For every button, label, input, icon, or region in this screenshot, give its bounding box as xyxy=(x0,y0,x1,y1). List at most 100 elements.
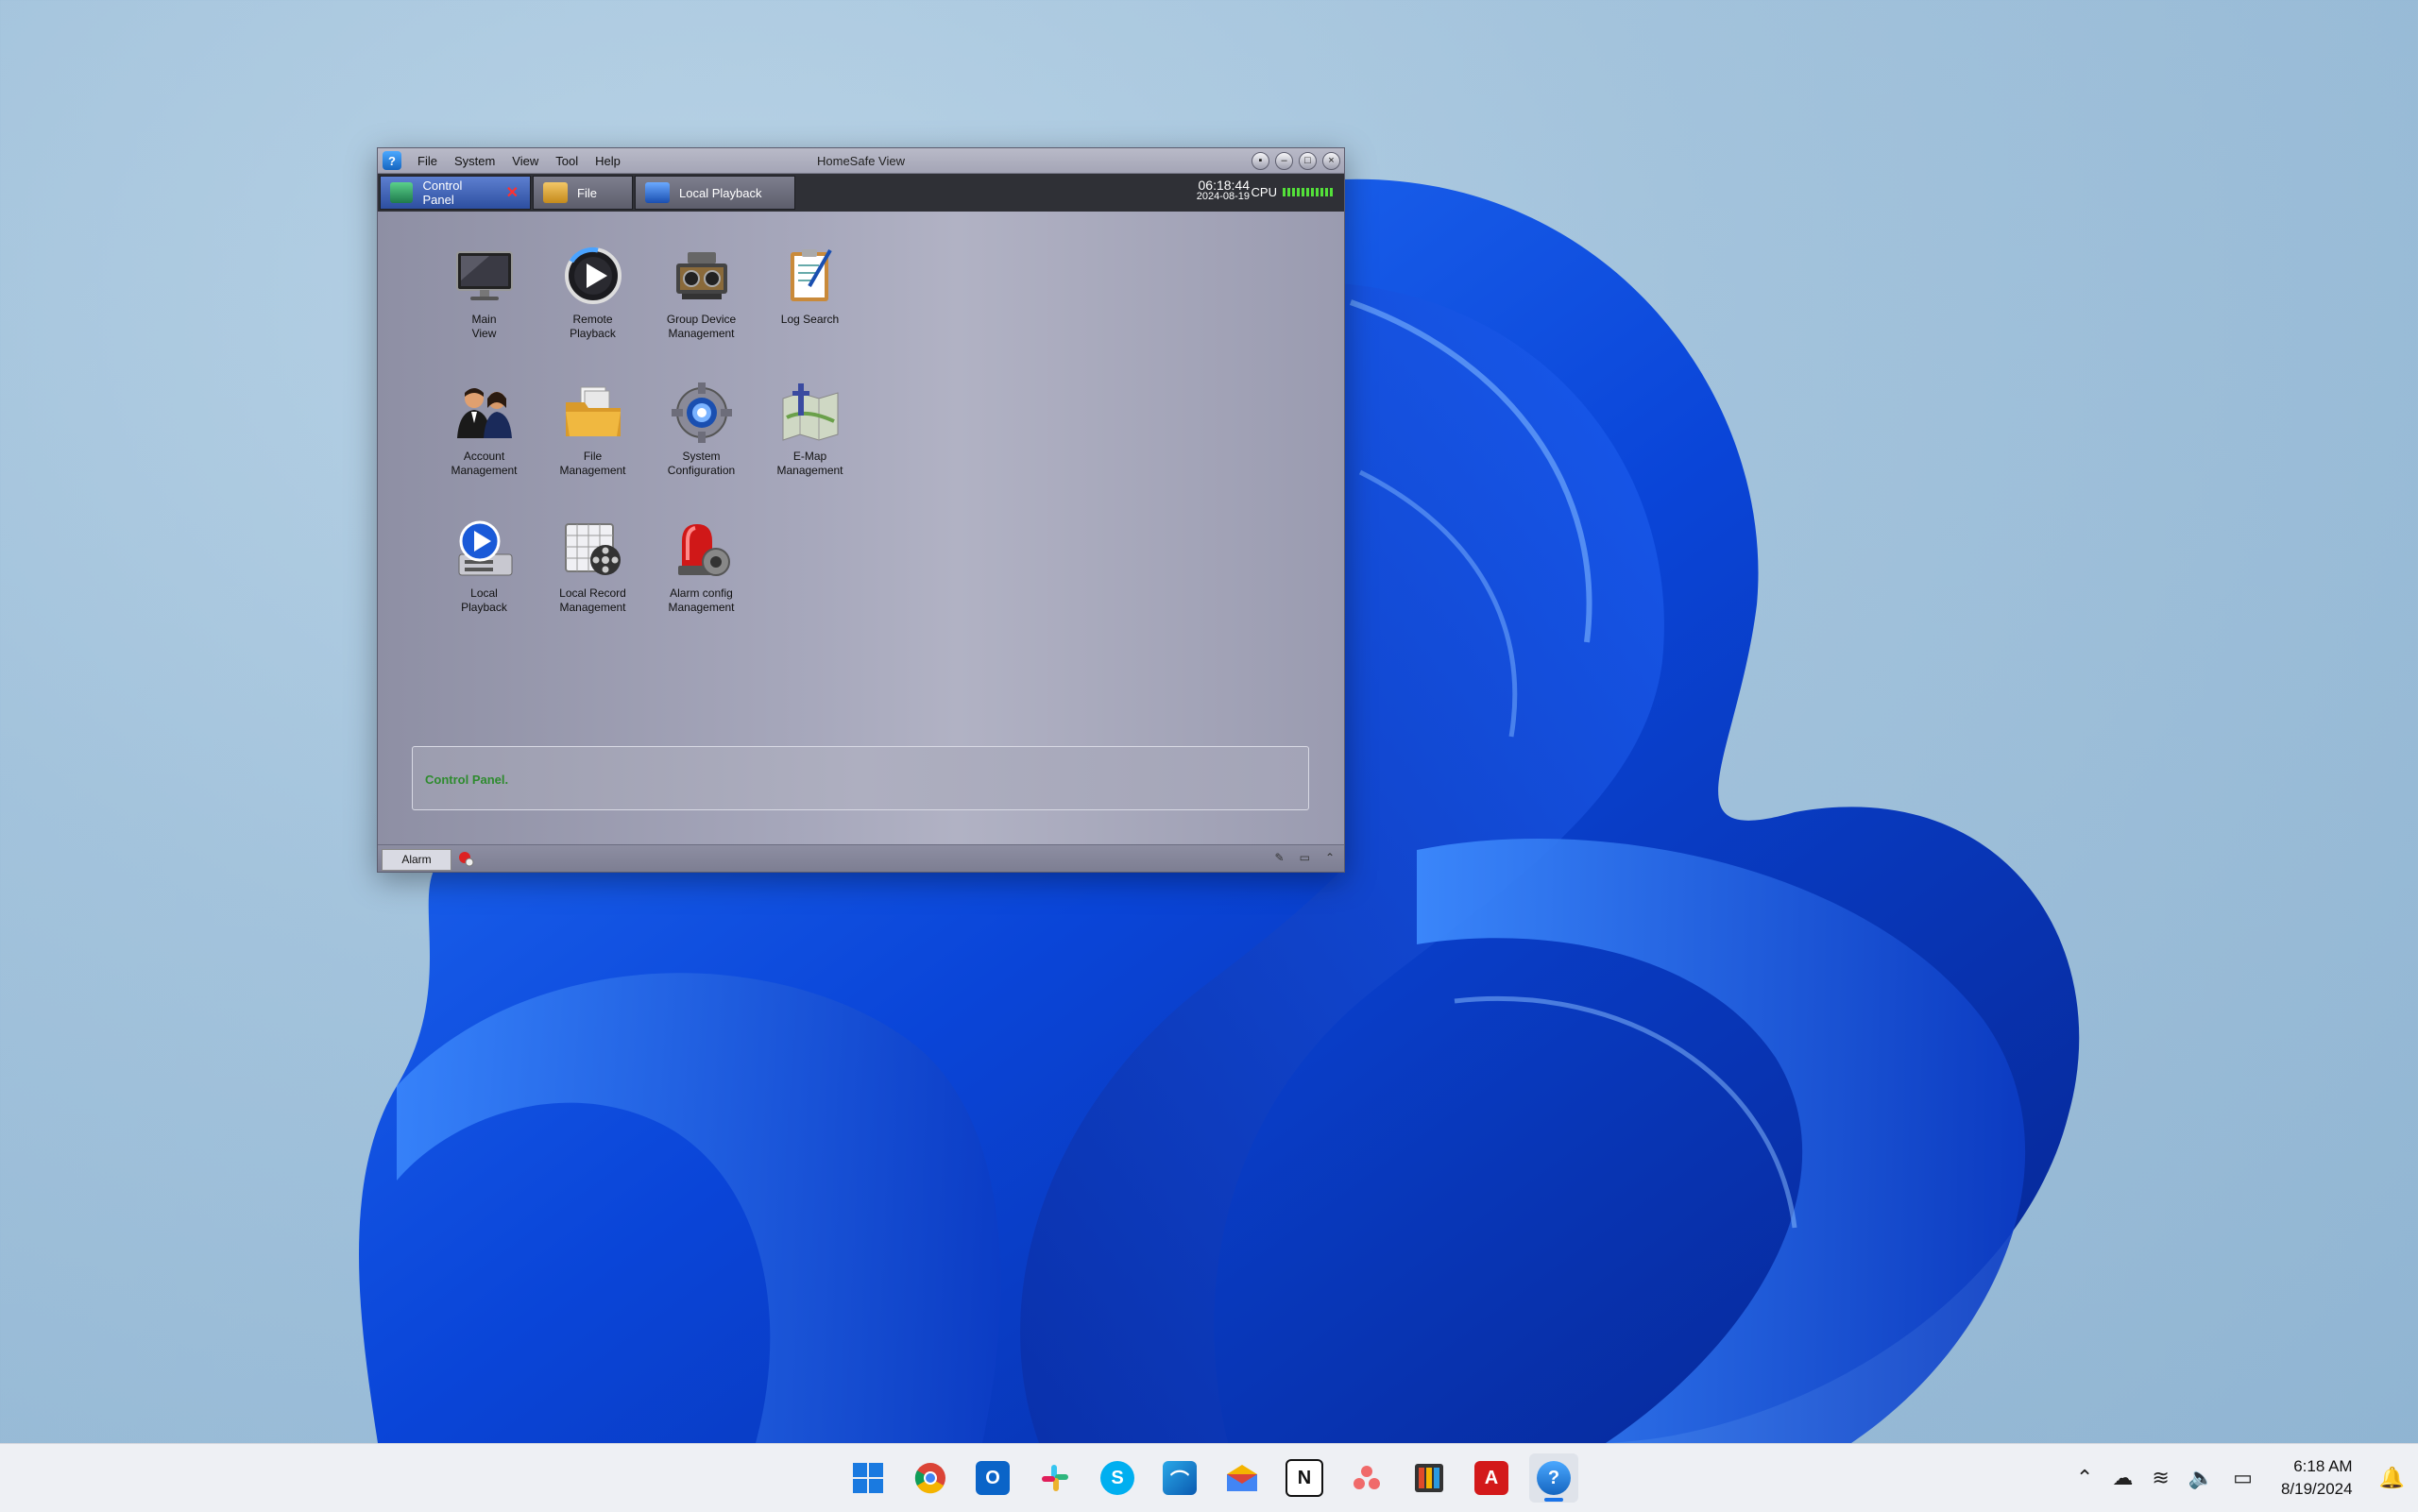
outlook-button[interactable]: O xyxy=(968,1453,1017,1503)
menu-bar: File System View Tool Help xyxy=(409,154,629,168)
mail-button[interactable] xyxy=(1218,1453,1267,1503)
item-label: Alarm config Management xyxy=(668,586,735,614)
notion-icon: N xyxy=(1286,1459,1323,1497)
local-playback-item[interactable]: Local Playback xyxy=(430,517,538,654)
local-record-item[interactable]: Local Record Management xyxy=(538,517,647,654)
maximize-icon[interactable]: □ xyxy=(1299,152,1317,170)
minimize-icon[interactable]: – xyxy=(1275,152,1293,170)
mail-icon xyxy=(1227,1465,1257,1491)
record-icon xyxy=(564,523,621,575)
wifi-icon[interactable]: ≋ xyxy=(2152,1466,2169,1490)
app2-icon xyxy=(1415,1464,1443,1492)
file-management-item[interactable]: File Management xyxy=(538,380,647,517)
tab-control-panel[interactable]: Control Panel ✕ xyxy=(380,176,531,210)
system-tray: ⌃ ☁ ≋ 🔈 ▭ 6:18 AM 8/19/2024 🔔 xyxy=(2067,1444,2418,1512)
taskbar-time: 6:18 AM xyxy=(2293,1457,2353,1475)
slack-button[interactable] xyxy=(1030,1453,1080,1503)
taskbar: O S ⌒ N A ? ⌃ ☁ ≋ 🔈 ▭ 6:18 AM 8/19/2024 … xyxy=(0,1443,2418,1512)
main-view-item[interactable]: Main View xyxy=(430,243,538,380)
close-tab-icon[interactable]: ✕ xyxy=(506,183,519,202)
item-label: File Management xyxy=(559,450,626,477)
acrobat-button[interactable]: A xyxy=(1467,1453,1516,1503)
expand-up-icon[interactable]: ⌃ xyxy=(1325,851,1335,864)
remote-playback-icon xyxy=(564,246,622,304)
alarm-bell-icon[interactable] xyxy=(457,850,474,867)
tab-bar: Control Panel ✕ File Local Playback 06:1… xyxy=(378,174,1344,212)
volume-icon[interactable]: 🔈 xyxy=(2188,1466,2214,1490)
homesafe-taskbar-button[interactable]: ? xyxy=(1529,1453,1578,1503)
status-panel: Control Panel. xyxy=(412,746,1309,810)
item-label: Account Management xyxy=(451,450,518,477)
menu-help[interactable]: Help xyxy=(587,154,629,168)
clock-readout: 06:18:44 2024-08-19 xyxy=(1196,178,1250,202)
folder-tab-icon xyxy=(543,182,568,203)
folder-icon xyxy=(565,386,621,436)
control-panel-grid: Main View Remote Playback Group Device M xyxy=(430,243,864,654)
window-controls: ▪ – □ × xyxy=(1252,152,1340,170)
pin-icon[interactable]: ✎ xyxy=(1275,851,1285,864)
device-icon xyxy=(675,252,727,299)
item-label: Local Record Management xyxy=(559,586,626,614)
homesafe-icon: ? xyxy=(1537,1461,1571,1495)
asana-button[interactable] xyxy=(1342,1453,1391,1503)
local-playback-icon xyxy=(458,520,512,576)
cpu-level-bar xyxy=(1283,188,1333,196)
playback-tab-icon xyxy=(645,182,670,203)
cpu-label: CPU xyxy=(1251,185,1277,199)
menu-tool[interactable]: Tool xyxy=(547,154,587,168)
item-label: Remote Playback xyxy=(570,313,616,340)
chevron-up-icon[interactable]: ⌃ xyxy=(2076,1466,2093,1490)
app2-button[interactable] xyxy=(1405,1453,1454,1503)
homesafe-window: ? File System View Tool Help HomeSafe Vi… xyxy=(377,147,1345,873)
account-icon xyxy=(456,388,512,438)
outlook-icon: O xyxy=(976,1461,1010,1495)
notification-icon[interactable]: 🔔 xyxy=(2379,1466,2405,1490)
skype-button[interactable]: S xyxy=(1093,1453,1142,1503)
asana-icon xyxy=(1354,1466,1380,1489)
app-icon: ⌒ xyxy=(1163,1461,1197,1495)
alarm-config-icon xyxy=(677,524,730,576)
chrome-button[interactable] xyxy=(906,1453,955,1503)
system-configuration-item[interactable]: System Configuration xyxy=(647,380,756,517)
cpu-meter: CPU xyxy=(1252,185,1333,199)
close-icon[interactable]: × xyxy=(1322,152,1340,170)
remote-playback-item[interactable]: Remote Playback xyxy=(538,243,647,380)
emap-management-item[interactable]: E-Map Management xyxy=(756,380,864,517)
log-search-item[interactable]: Log Search xyxy=(756,243,864,380)
clock-date: 2024-08-19 xyxy=(1196,191,1250,202)
app-button[interactable]: ⌒ xyxy=(1155,1453,1204,1503)
item-label: System Configuration xyxy=(667,450,736,477)
bottom-bar: Alarm ✎ ▭ ⌃ xyxy=(378,844,1344,872)
account-management-item[interactable]: Account Management xyxy=(430,380,538,517)
start-icon xyxy=(853,1463,883,1493)
lock-icon[interactable]: ▪ xyxy=(1252,152,1269,170)
window-icon[interactable]: ▭ xyxy=(1300,851,1310,864)
item-label: Log Search xyxy=(780,313,840,326)
tab-file[interactable]: File xyxy=(533,176,633,210)
monitor-icon xyxy=(455,251,513,300)
group-device-item[interactable]: Group Device Management xyxy=(647,243,756,380)
item-label: Local Playback xyxy=(461,586,507,614)
tab-label: File xyxy=(577,185,597,200)
map-icon xyxy=(782,383,838,441)
menu-file[interactable]: File xyxy=(409,154,446,168)
tab-local-playback[interactable]: Local Playback xyxy=(635,176,795,210)
tab-label: Local Playback xyxy=(679,185,762,200)
alarm-tab[interactable]: Alarm xyxy=(382,849,451,871)
item-label: E-Map Management xyxy=(776,450,843,477)
slack-icon xyxy=(1042,1465,1068,1491)
battery-icon[interactable]: ▭ xyxy=(2233,1466,2253,1490)
app-logo-icon[interactable]: ? xyxy=(383,151,401,170)
menu-system[interactable]: System xyxy=(446,154,503,168)
status-text: Control Panel. xyxy=(425,773,509,787)
start-button[interactable] xyxy=(843,1453,893,1503)
menu-view[interactable]: View xyxy=(503,154,547,168)
title-bar[interactable]: ? File System View Tool Help HomeSafe Vi… xyxy=(378,148,1344,174)
onedrive-icon[interactable]: ☁ xyxy=(2112,1466,2133,1490)
alarm-config-item[interactable]: Alarm config Management xyxy=(647,517,756,654)
notion-button[interactable]: N xyxy=(1280,1453,1329,1503)
skype-icon: S xyxy=(1100,1461,1134,1495)
log-icon xyxy=(790,248,832,301)
taskbar-clock[interactable]: 6:18 AM 8/19/2024 xyxy=(2281,1455,2353,1501)
gear-icon xyxy=(671,382,732,443)
